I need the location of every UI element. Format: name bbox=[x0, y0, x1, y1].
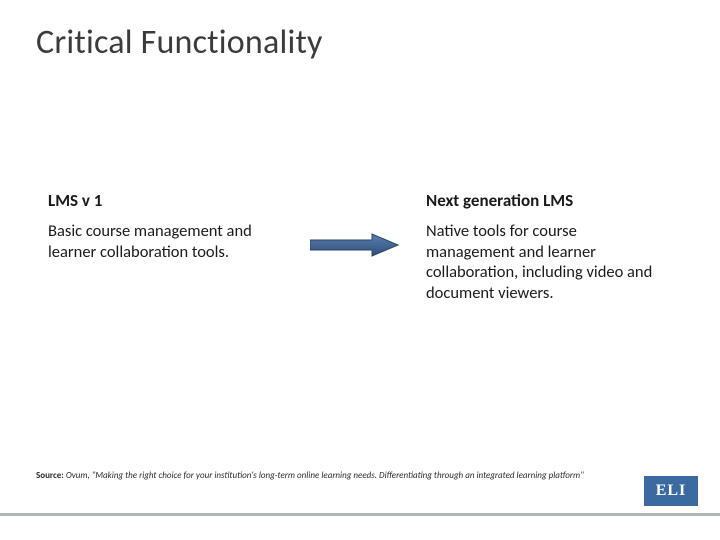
arrow-icon bbox=[310, 232, 400, 258]
slide-title: Critical Functionality bbox=[36, 22, 323, 63]
slide: Critical Functionality LMS v 1 Basic cou… bbox=[0, 0, 720, 540]
left-heading: LMS v 1 bbox=[48, 190, 278, 211]
right-heading: Next generation LMS bbox=[426, 190, 656, 211]
left-body: Basic course management and learner coll… bbox=[48, 221, 278, 262]
source-label: Source: bbox=[36, 470, 64, 481]
footer-divider bbox=[0, 513, 720, 516]
eli-logo-text: ELI bbox=[656, 482, 687, 500]
right-body: Native tools for course management and l… bbox=[426, 221, 656, 304]
column-left: LMS v 1 Basic course management and lear… bbox=[48, 190, 278, 262]
column-right: Next generation LMS Native tools for cou… bbox=[426, 190, 656, 304]
source-text: Ovum, "Making the right choice for your … bbox=[66, 470, 584, 481]
source-citation: Source: Ovum, "Making the right choice f… bbox=[36, 471, 610, 482]
eli-logo: ELI bbox=[644, 476, 698, 506]
